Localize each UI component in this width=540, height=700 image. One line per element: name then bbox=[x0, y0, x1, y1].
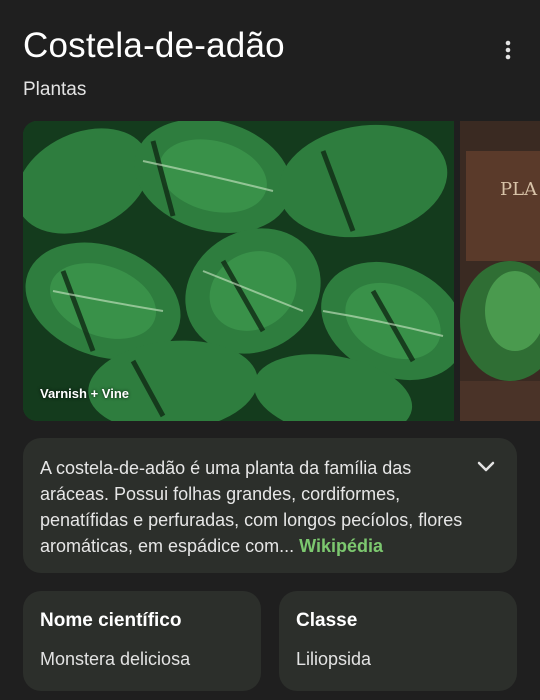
scientific-name-value: Monstera deliciosa bbox=[40, 649, 191, 669]
monstera-leaves-image bbox=[23, 121, 454, 421]
chevron-down-icon bbox=[477, 461, 495, 472]
wikipedia-link[interactable]: Wikipédia bbox=[299, 536, 383, 556]
description-card[interactable]: A costela-de-adão é uma planta da famíli… bbox=[23, 438, 517, 573]
scientific-name-card[interactable]: Nome científico Monstera deliciosa bbox=[23, 591, 261, 691]
shop-plant-image: PLA bbox=[460, 121, 540, 421]
page-title: Costela-de-adão bbox=[23, 26, 285, 65]
scientific-name-label: Nome científico bbox=[40, 610, 182, 631]
more-options-button[interactable] bbox=[494, 36, 522, 64]
class-value: Liliopsida bbox=[296, 649, 372, 669]
shop-sign-text: PLA bbox=[500, 179, 538, 200]
description-body: A costela-de-adão é uma planta da famíli… bbox=[40, 455, 480, 559]
description-text: A costela-de-adão é uma planta da famíli… bbox=[40, 458, 463, 556]
second-plant-image[interactable]: PLA bbox=[460, 121, 540, 421]
main-plant-image[interactable]: Varnish + Vine bbox=[23, 121, 454, 421]
expand-description-button[interactable] bbox=[473, 454, 499, 480]
image-source-caption: Varnish + Vine bbox=[40, 386, 130, 401]
more-vert-icon bbox=[505, 40, 511, 60]
page-subtitle: Plantas bbox=[23, 79, 87, 100]
class-label: Classe bbox=[296, 610, 358, 631]
class-card[interactable]: Classe Liliopsida bbox=[279, 591, 517, 691]
